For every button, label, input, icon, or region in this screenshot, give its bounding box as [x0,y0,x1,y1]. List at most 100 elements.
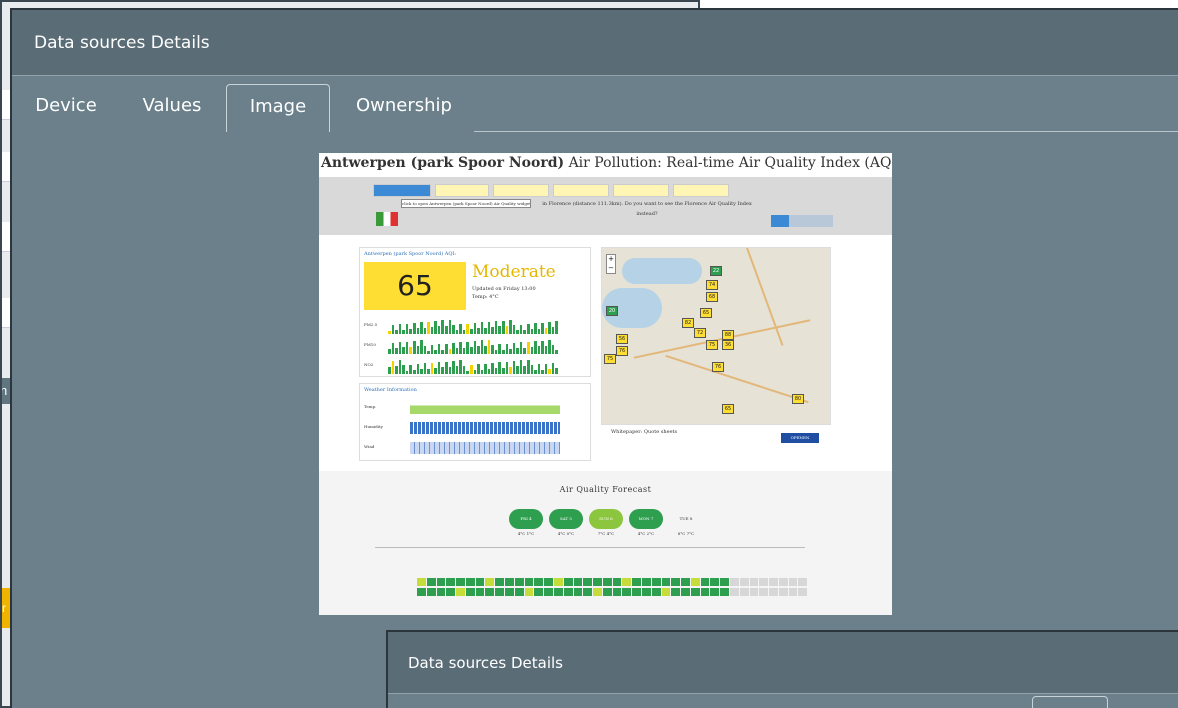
pollutant-bar [494,350,498,354]
pollutant-bar [448,348,452,354]
aqi-box: 65 [364,262,466,310]
image-nav-text: in Florence (distance 111.3km). Do you w… [542,201,752,217]
pollutant-bar [409,364,412,374]
pollutant-bar [402,365,405,374]
forecast-cell [485,588,495,596]
pollutant-chart: PM2.5 [364,318,588,334]
pollutant-bar [430,362,434,374]
pollutant-bar [491,327,494,334]
tab-divider [474,131,1178,132]
pollutant-bar [462,329,466,334]
pollutant-bar [505,361,509,374]
map-marker: 65 [722,404,734,414]
pollutant-bar [409,346,412,354]
pollutant-bar [459,342,462,354]
pollutant-bar [487,339,491,354]
pollutant-bar [551,345,555,354]
forecast-row [417,578,808,586]
pollutant-bar [534,341,537,354]
forecast-day: MON 7 [629,509,663,529]
forecast-cell [544,578,553,586]
map-marker: 56 [616,334,628,344]
forecast-cell [465,588,475,596]
map-water [622,258,702,284]
pollutant-bar [448,319,452,334]
pollutant-bar [388,330,391,334]
image-nav-tab [373,184,431,197]
forecast-cell [798,588,808,596]
forecast-cell [720,578,729,586]
forecast-cell [446,588,456,596]
pollutant-bar [420,340,423,354]
forecast-cell [495,588,505,596]
map-marker: 75 [604,354,616,364]
map-widget: + − 22 74 68 20 65 82 72 88 56 75 36 76 7… [601,247,831,425]
dialog-title: Data sources Details [34,32,210,53]
pollutant-bar [484,345,487,354]
pollutant-label: NO2 [364,362,374,367]
pollutant-bar [530,347,534,354]
pollutant-bars [388,318,558,334]
pollutant-bar [402,347,405,354]
tab-device[interactable]: Device [18,84,114,132]
forecast-cell [661,578,671,586]
forecast-cell [505,588,514,596]
forecast-row [417,588,808,596]
pollutant-bar [412,370,416,374]
image-nav: click to open Antwerpen (park Spoor Noor… [319,177,892,235]
tab-values[interactable]: Values [124,84,220,132]
map-road [665,354,809,404]
weather-row-chart [410,402,560,414]
pollutant-bar [512,343,516,354]
tab-ownership[interactable]: Ownership [338,84,470,132]
pollutant-bar [509,349,512,354]
pollutant-bar [480,340,484,354]
pollutant-bar [448,366,452,374]
tab-image[interactable]: Image [226,84,330,132]
pollutant-bar [526,323,530,334]
map-marker: 76 [616,346,628,356]
pollutant-bar [441,320,444,334]
forecast-cell [534,578,544,586]
weather-row-chart [410,422,560,434]
forecast-cell [671,578,681,586]
forecast-cell [651,578,661,586]
pollutant-bar [405,323,409,334]
pollutant-bar [544,327,548,334]
aqi-widget: Antwerpen (park Spoor Noord) AQI: 65 Mod… [359,247,591,377]
pollutant-bar [498,326,501,334]
pollutant-bars [388,358,558,374]
dialog2-header: Data sources Details [388,632,1178,694]
pollutant-bar [469,364,473,374]
pollutant-bar [512,325,516,334]
map-marker: 36 [722,340,734,350]
map-marker: 82 [682,318,694,328]
pollutant-bar [519,324,523,334]
dialog2-tab[interactable] [1032,696,1108,708]
forecast-cell [436,578,446,586]
pollutant-bar [416,328,420,334]
pollutant-bar [491,362,494,374]
forecast-cell [475,578,485,586]
image-nav-button [771,215,833,227]
forecast-cell [505,578,514,586]
pollutant-bar [541,322,544,334]
map-zoom-control: + − [606,254,616,274]
data-sources-dialog: Data sources Details Device Values Image… [10,8,1178,708]
map-marker: 68 [706,292,718,302]
forecast-cell [730,578,739,586]
forecast-cell [426,588,436,596]
pollutant-bar [462,347,466,354]
forecast-cell [534,588,544,596]
pollutant-bar [395,330,398,334]
map-ad: Whitepaper: Quote sheets OPENEN [601,427,831,455]
aqi-status: Moderate [472,262,556,282]
forecast-cell [456,588,465,596]
forecast-cell [788,578,798,586]
weather-heading: Weather Information [364,387,417,393]
pollutant-bar [502,367,505,374]
image-nav-tab [613,184,669,197]
forecast-temps: 7°C 4°C [597,531,615,536]
forecast-day: SAT 5 [549,509,583,529]
pollutant-bar [416,364,420,374]
